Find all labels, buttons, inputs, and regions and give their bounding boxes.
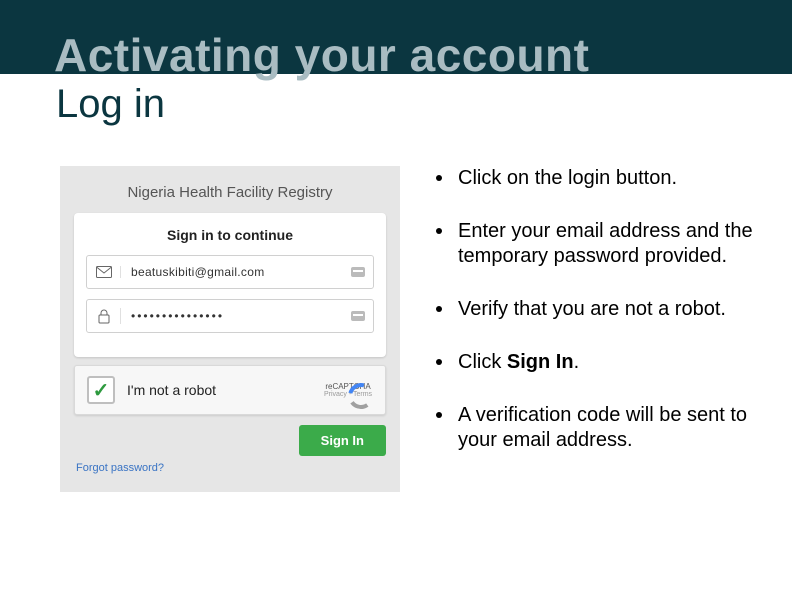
page-subtitle: Log in <box>56 82 165 127</box>
step-text: Click on the login button. <box>458 167 677 189</box>
list-item: A verification code will be sent to your… <box>432 403 762 453</box>
list-item: Click Sign In. <box>432 350 762 375</box>
forgot-password-link[interactable]: Forgot password? <box>70 460 390 478</box>
step-text-bold: Sign In <box>507 351 574 373</box>
keyboard-icon <box>343 267 373 277</box>
page-title: Activating your account <box>54 28 589 82</box>
app-name: Nigeria Health Facility Registry <box>70 176 390 205</box>
signin-panel: Sign in to continue beatuskibiti@gmail.c… <box>74 213 386 357</box>
password-field[interactable]: ••••••••••••••• <box>86 299 374 333</box>
login-screenshot: Nigeria Health Facility Registry Sign in… <box>60 166 400 492</box>
list-item: Verify that you are not a robot. <box>432 297 762 322</box>
step-text: A verification code will be sent to your… <box>458 404 747 451</box>
captcha-label: I'm not a robot <box>127 382 323 398</box>
keyboard-icon <box>343 311 373 321</box>
list-item: Enter your email address and the tempora… <box>432 219 762 269</box>
step-text-prefix: Click <box>458 351 507 373</box>
email-value: beatuskibiti@gmail.com <box>121 265 343 279</box>
list-item: Click on the login button. <box>432 166 762 191</box>
checkmark-icon: ✓ <box>93 378 110 403</box>
captcha-checkbox[interactable]: ✓ <box>87 376 115 404</box>
step-text: Verify that you are not a robot. <box>458 298 726 320</box>
recaptcha-box[interactable]: ✓ I'm not a robot reCAPTCHA Privacy - Te… <box>74 365 386 415</box>
step-text-suffix: . <box>574 351 580 373</box>
recaptcha-logo: reCAPTCHA Privacy - Terms <box>323 383 373 398</box>
signin-button[interactable]: Sign In <box>299 425 386 456</box>
signin-heading: Sign in to continue <box>86 227 374 243</box>
step-text: Enter your email address and the tempora… <box>458 220 753 267</box>
lock-icon <box>87 308 121 324</box>
mail-icon <box>87 266 121 278</box>
instructions-list: Click on the login button. Enter your em… <box>432 166 762 481</box>
password-value: ••••••••••••••• <box>121 309 343 323</box>
email-field[interactable]: beatuskibiti@gmail.com <box>86 255 374 289</box>
